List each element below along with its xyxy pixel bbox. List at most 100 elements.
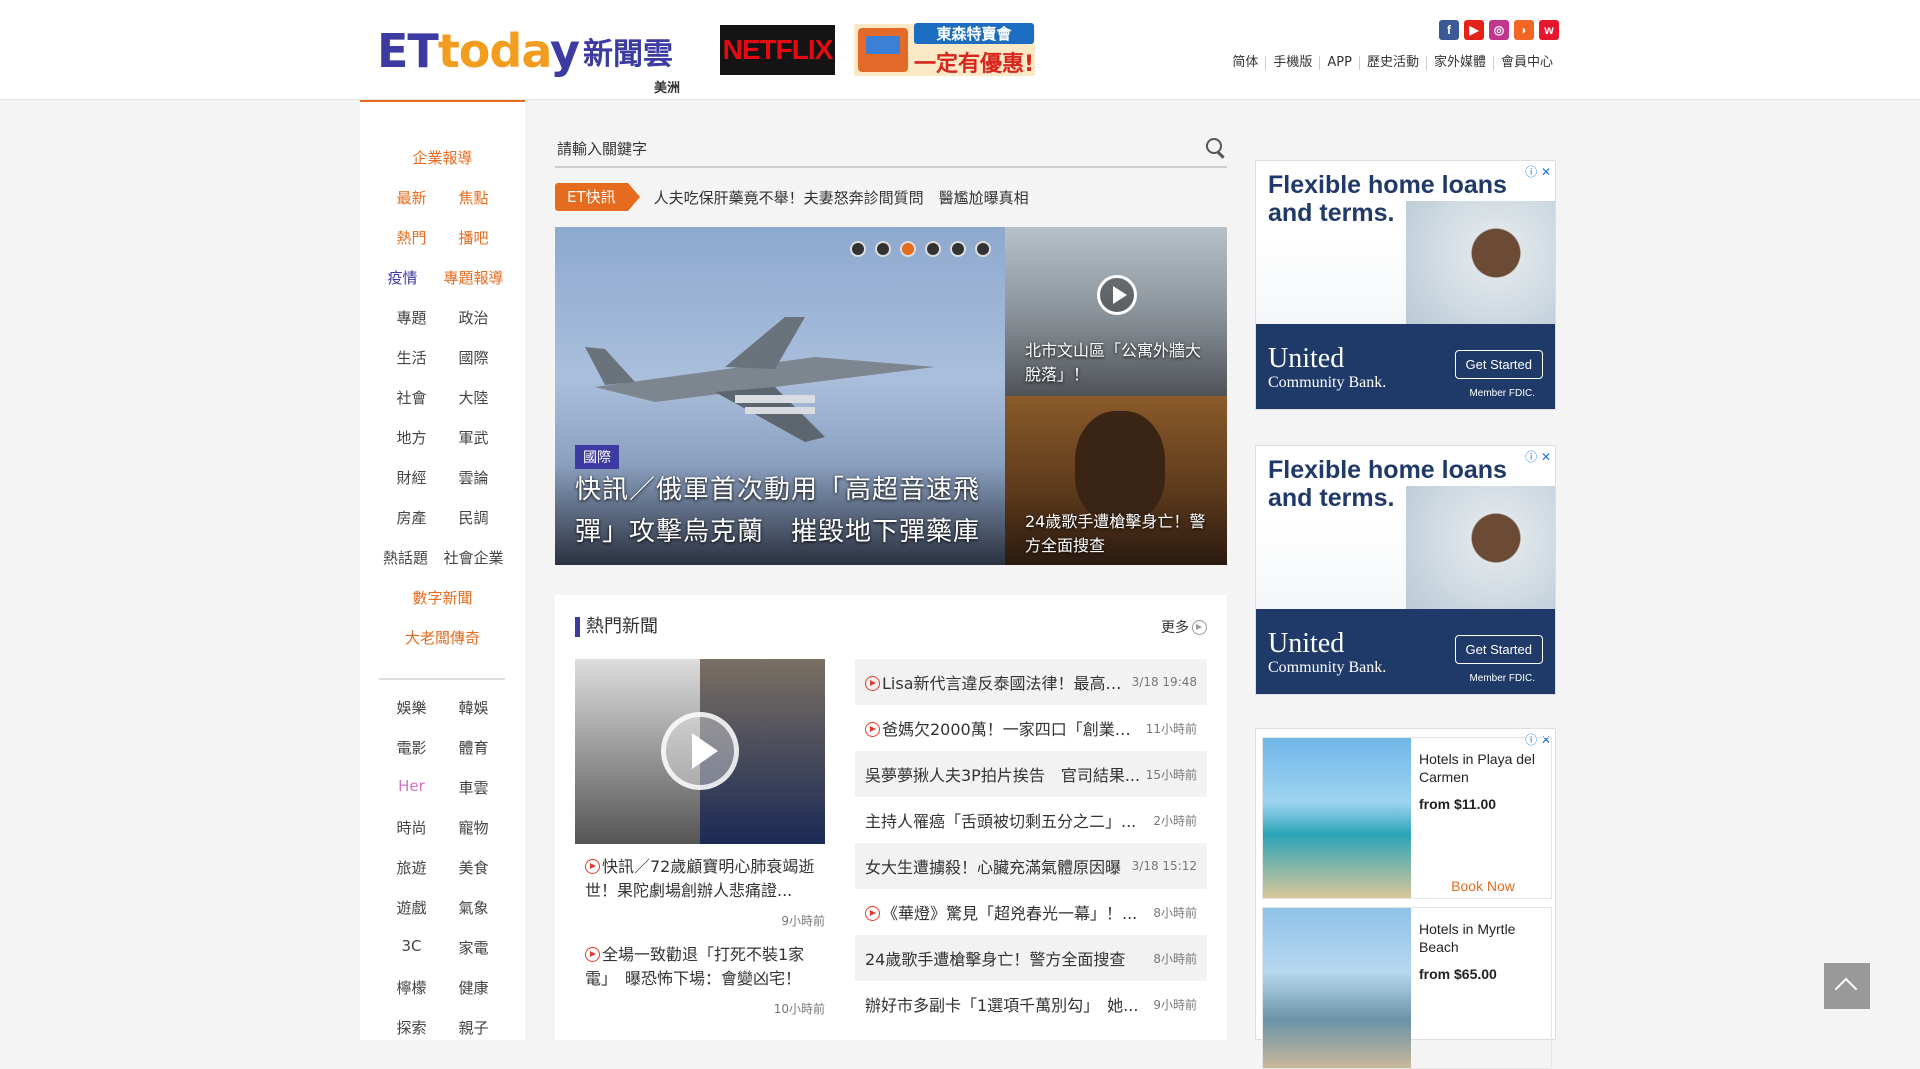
sidebar-item[interactable]: 健康 <box>443 977 505 998</box>
sidebar-item[interactable]: 美食 <box>443 857 505 878</box>
promo-banner[interactable]: 東森特賣會 一定有優惠! <box>854 22 1035 77</box>
side-story-2[interactable]: 24歲歌手遭槍擊身亡！警方全面搜查 <box>1005 396 1227 565</box>
side-story-1[interactable]: 北市文山區「公寓外牆大脫落」！ <box>1005 227 1227 396</box>
sidebar-item[interactable]: 專題 <box>381 307 443 328</box>
sidebar-item[interactable]: 生活 <box>381 347 443 368</box>
sidebar-item[interactable]: 社會 <box>381 387 443 408</box>
ad-photo <box>1406 201 1555 331</box>
nav-member-center[interactable]: 會員中心 <box>1492 56 1560 70</box>
sidebar-item[interactable]: 社會企業 <box>437 547 511 568</box>
sidebar-item[interactable]: 專題報導 <box>434 267 514 288</box>
sidebar-item[interactable]: 寵物 <box>443 817 505 838</box>
nav-simplified[interactable]: 简体 <box>1225 56 1265 70</box>
hotel-ad[interactable]: ⓘ ✕ Hotels in Playa del Carmen from $11.… <box>1255 728 1556 1069</box>
sidebar-item[interactable]: 3C <box>381 937 443 958</box>
sidebar-item[interactable]: 雲論 <box>443 467 505 488</box>
facebook-icon[interactable]: f <box>1439 20 1459 40</box>
hero-slide[interactable]: 國際 快訊／俄軍首次動用「高超音速飛彈」攻擊烏克蘭 摧毀地下彈藥庫 <box>555 227 1005 565</box>
adchoices-icon[interactable]: ⓘ ✕ <box>1525 448 1551 465</box>
adchoices-icon[interactable]: ⓘ ✕ <box>1525 163 1551 180</box>
sidebar-item[interactable]: 時尚 <box>381 817 443 838</box>
hero-category: 國際 <box>575 445 619 469</box>
carousel-dot[interactable] <box>975 241 991 257</box>
rss-icon[interactable]: ◗ <box>1514 20 1534 40</box>
netflix-banner[interactable]: NETFLIX <box>720 25 835 75</box>
nav-outdoor-media[interactable]: 家外媒體 <box>1425 56 1493 70</box>
hotel-card[interactable]: Hotels in Myrtle Beach from $65.00 <box>1262 907 1552 1069</box>
list-item[interactable]: 24歲歌手遭槍擊身亡！警方全面搜查 8小時前 <box>855 935 1207 981</box>
sidebar-item[interactable]: 最新 <box>381 187 443 208</box>
sidebar-item[interactable]: 遊戲 <box>381 897 443 918</box>
carousel-dot[interactable] <box>850 241 866 257</box>
list-item[interactable]: 快訊／72歲顧寶明心肺衰竭逝世！果陀劇場創辦人悲痛證... 9小時前 <box>575 855 825 933</box>
region-label[interactable]: 美洲 <box>654 77 680 96</box>
flash-headline[interactable]: 人夫吃保肝藥竟不舉！夫妻怒奔診間質問 醫尷尬曝真相 <box>654 187 1029 208</box>
bank-ad[interactable]: ⓘ ✕ Flexible home loans and terms. United… <box>1255 160 1556 410</box>
hero-title[interactable]: 快訊／俄軍首次動用「高超音速飛彈」攻擊烏克蘭 摧毀地下彈藥庫 <box>575 469 995 553</box>
sidebar-item[interactable]: 播吧 <box>443 227 505 248</box>
list-item[interactable]: 全場一致勸退「打死不裝1家電」 曝恐怖下場：會變凶宅！ 10小時前 <box>575 943 825 1021</box>
sidebar-item[interactable]: 大老闆傳奇 <box>405 627 480 648</box>
list-item[interactable]: 《華燈》驚見「超兇春光一幕」！... 8小時前 <box>855 889 1207 935</box>
sidebar-item[interactable]: 焦點 <box>443 187 505 208</box>
list-item[interactable]: 主持人罹癌「舌頭被切剩五分之二」... 2小時前 <box>855 797 1207 843</box>
sidebar-item[interactable]: 家電 <box>443 937 505 958</box>
ettoday-logo[interactable]: ETtoday 新聞雲 <box>377 26 673 76</box>
list-item[interactable]: 爸媽欠2000萬！一家四口「創業賣... 11小時前 <box>855 705 1207 751</box>
sidebar-item[interactable]: 體育 <box>443 737 505 758</box>
hotel-card[interactable]: Hotels in Playa del Carmen from $11.00 B… <box>1262 737 1552 899</box>
back-to-top-button[interactable] <box>1824 963 1870 1009</box>
sidebar-item[interactable]: 地方 <box>381 427 443 448</box>
sidebar-item[interactable]: 財經 <box>381 467 443 488</box>
book-now-button[interactable]: Book Now <box>1419 878 1547 894</box>
more-link[interactable]: 更多 <box>1161 617 1207 637</box>
nav-mobile[interactable]: 手機版 <box>1265 56 1319 70</box>
carousel-dot[interactable] <box>875 241 891 257</box>
sidebar-item[interactable]: 車雲 <box>443 777 505 798</box>
sidebar-item[interactable]: 大陸 <box>443 387 505 408</box>
get-started-button[interactable]: Get Started <box>1454 635 1543 664</box>
sidebar-item[interactable]: 政治 <box>443 307 505 328</box>
sidebar-item[interactable]: 熱門 <box>381 227 443 248</box>
sidebar-item[interactable]: 房產 <box>381 507 443 528</box>
side-story-2-title[interactable]: 24歲歌手遭槍擊身亡！警方全面搜查 <box>1025 510 1215 558</box>
nav-history-events[interactable]: 歷史活動 <box>1358 56 1426 70</box>
sidebar-item[interactable]: 親子 <box>443 1017 505 1038</box>
get-started-button[interactable]: Get Started <box>1454 350 1543 379</box>
sidebar-item[interactable]: 娛樂 <box>381 697 443 718</box>
carousel-dot[interactable] <box>950 241 966 257</box>
sidebar-item[interactable]: 氣象 <box>443 897 505 918</box>
sidebar-item[interactable]: Her <box>381 777 443 798</box>
play-icon[interactable] <box>1097 275 1137 315</box>
video-thumbnail[interactable] <box>575 659 825 844</box>
search-icon[interactable] <box>1205 137 1227 159</box>
list-item[interactable]: Lisa新代言違反泰國法律！最高「... 3/18 19:48 <box>855 659 1207 705</box>
sidebar-item[interactable]: 旅遊 <box>381 857 443 878</box>
bank-ad[interactable]: ⓘ ✕ Flexible home loans and terms. United… <box>1255 445 1556 695</box>
sidebar-item[interactable]: 疫情 <box>372 267 434 288</box>
sidebar-item[interactable]: 軍武 <box>443 427 505 448</box>
sidebar-item[interactable]: 民調 <box>443 507 505 528</box>
carousel-dot[interactable] <box>925 241 941 257</box>
carousel-dot-active[interactable] <box>900 241 916 257</box>
list-item[interactable]: 吳夢夢揪人夫3P拍片挨告 官司結果... 15小時前 <box>855 751 1207 797</box>
bank-logo: United Community Bank. <box>1268 628 1387 677</box>
sidebar-item[interactable]: 熱話題 <box>375 547 437 568</box>
weibo-icon[interactable]: w <box>1539 20 1559 40</box>
instagram-icon[interactable]: ◎ <box>1489 20 1509 40</box>
sidebar-item[interactable]: 探索 <box>381 1017 443 1038</box>
list-item[interactable]: 辦好市多副卡「1選項千萬別勾」 她... 9小時前 <box>855 981 1207 1027</box>
sidebar-item[interactable]: 數字新聞 <box>412 587 472 608</box>
nav-app[interactable]: APP <box>1319 56 1359 70</box>
sidebar-item[interactable]: 國際 <box>443 347 505 368</box>
sidebar-item[interactable]: 電影 <box>381 737 443 758</box>
side-story-1-title[interactable]: 北市文山區「公寓外牆大脫落」！ <box>1025 339 1215 387</box>
search-bar[interactable]: 請輸入關鍵字 <box>555 130 1227 168</box>
sidebar-item[interactable]: 檸檬 <box>381 977 443 998</box>
sidebar-item[interactable]: 企業報導 <box>412 147 472 168</box>
play-icon[interactable] <box>661 712 739 790</box>
sidebar-item[interactable]: 韓娛 <box>443 697 505 718</box>
search-input[interactable]: 請輸入關鍵字 <box>555 138 1205 159</box>
list-item[interactable]: 女大生遭擄殺！心臟充滿氣體原因曝 3/18 15:12 <box>855 843 1207 889</box>
youtube-icon[interactable]: ▶ <box>1464 20 1484 40</box>
